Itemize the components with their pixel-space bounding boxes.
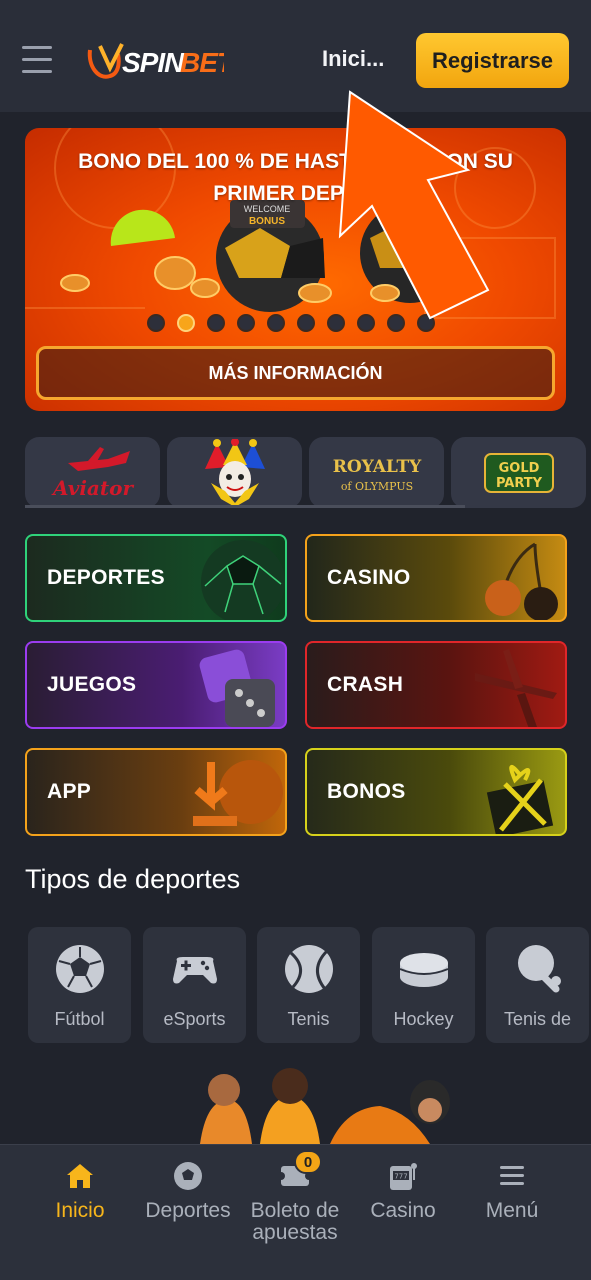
carousel-dot[interactable] xyxy=(267,314,285,332)
home-icon xyxy=(67,1164,93,1188)
soccer-ball-icon xyxy=(174,1162,202,1190)
category-deportes[interactable]: DEPORTES xyxy=(25,534,287,622)
category-app[interactable]: APP xyxy=(25,748,287,836)
sport-label: Fútbol xyxy=(54,1009,105,1029)
nav-label: Deportes xyxy=(145,1199,231,1222)
nav-inicio-link[interactable]: Inici... xyxy=(322,46,384,72)
carousel-dots xyxy=(147,314,435,332)
sport-label: Hockey xyxy=(393,1009,454,1029)
sport-card-tenis[interactable]: Tenis xyxy=(257,927,360,1043)
aviator-logo: Aviator xyxy=(51,446,134,500)
nav-label: Casino xyxy=(370,1199,436,1222)
sport-card-tenis-de-mesa[interactable]: Tenis de xyxy=(486,927,589,1043)
category-label: DEPORTES xyxy=(47,566,165,589)
nav-label: Boleto de apuestas xyxy=(250,1199,340,1244)
games-scrollbar[interactable] xyxy=(25,505,465,508)
game-card-joker[interactable] xyxy=(167,437,302,508)
svg-text:ROYALTY: ROYALTY xyxy=(332,457,421,477)
category-bonos[interactable]: BONOS xyxy=(305,748,567,836)
carousel-dot-active[interactable] xyxy=(177,314,195,332)
game-card-gold-party[interactable]: GOLD PARTY xyxy=(451,437,586,508)
carousel-dot[interactable] xyxy=(327,314,345,332)
soccer-ball-icon xyxy=(201,540,285,620)
hockey-puck-icon xyxy=(399,953,448,987)
sport-card-futbol[interactable]: Fútbol xyxy=(28,927,131,1043)
hamburger-menu-icon[interactable] xyxy=(22,46,52,74)
page: SPIN BET Inici... Registrarse WELCOME BO… xyxy=(0,0,591,1280)
category-label: JUEGOS xyxy=(47,673,137,696)
more-info-button[interactable]: MÁS INFORMACIÓN xyxy=(36,346,555,400)
gamepad-icon xyxy=(172,957,217,984)
svg-text:SPIN: SPIN xyxy=(122,47,185,78)
sports-section-title: Tipos de deportes xyxy=(25,864,241,894)
svg-text:BONUS: BONUS xyxy=(249,216,285,227)
svg-text:of OLYMPUS: of OLYMPUS xyxy=(340,480,412,493)
gold-party-logo: GOLD PARTY xyxy=(483,452,554,493)
category-label: CRASH xyxy=(327,673,404,696)
game-card-aviator[interactable]: Aviator xyxy=(25,437,160,508)
category-label: CASINO xyxy=(327,566,411,589)
sport-card-esports[interactable]: eSports xyxy=(143,927,246,1043)
promo-banner[interactable]: WELCOME BONUS BONO DEL 100 % DE HASTA ..… xyxy=(25,128,566,411)
game-card-royalty-olympus[interactable]: ROYALTY of OLYMPUS xyxy=(309,437,444,508)
sport-label: Tenis de xyxy=(503,1009,572,1029)
svg-text:GOLD: GOLD xyxy=(498,461,539,476)
spinbet-logo[interactable]: SPIN BET xyxy=(84,36,224,88)
nav-menu[interactable]: Menú xyxy=(470,1145,554,1222)
nav-label: Menú xyxy=(485,1199,539,1222)
download-icon xyxy=(193,760,283,826)
carousel-dot[interactable] xyxy=(297,314,315,332)
banner-title: BONO DEL 100 % DE HASTA ... OR CON SU PR… xyxy=(78,150,513,205)
menu-icon xyxy=(500,1166,524,1185)
header: SPIN BET Inici... Registrarse xyxy=(0,0,591,112)
carousel-dot[interactable] xyxy=(357,314,375,332)
carousel-dot[interactable] xyxy=(387,314,405,332)
carousel-dot[interactable] xyxy=(237,314,255,332)
category-label: APP xyxy=(47,780,92,803)
sport-label: Tenis xyxy=(287,1009,330,1029)
register-button[interactable]: Registrarse xyxy=(416,33,569,88)
athletes-promo-image xyxy=(200,1068,450,1144)
dice-icon xyxy=(199,649,275,727)
category-casino[interactable]: CASINO xyxy=(305,534,567,622)
svg-text:BET: BET xyxy=(180,47,224,78)
svg-text:PARTY: PARTY xyxy=(495,476,542,491)
category-label: BONOS xyxy=(327,780,406,803)
nav-casino[interactable]: 777 Casino xyxy=(360,1145,446,1222)
cherries-icon xyxy=(485,542,558,620)
bet-count-badge: 0 xyxy=(294,1150,322,1174)
carousel-dot[interactable] xyxy=(417,314,435,332)
gift-icon xyxy=(486,765,554,834)
slot-machine-icon: 777 xyxy=(390,1163,417,1190)
category-juegos[interactable]: JUEGOS xyxy=(25,641,287,729)
ping-pong-icon xyxy=(517,945,561,993)
tennis-ball-icon xyxy=(284,945,333,993)
airplane-icon xyxy=(475,649,557,727)
category-crash[interactable]: CRASH xyxy=(305,641,567,729)
soccer-ball-icon xyxy=(55,945,104,993)
sport-card-hockey[interactable]: Hockey xyxy=(372,927,475,1043)
nav-label: Inicio xyxy=(55,1199,105,1222)
royalty-olympus-logo: ROYALTY of OLYMPUS xyxy=(332,457,421,493)
nav-inicio[interactable]: Inicio xyxy=(42,1145,118,1222)
game-label-aviator: Aviator xyxy=(51,476,134,500)
joker-icon xyxy=(204,438,265,507)
carousel-dot[interactable] xyxy=(147,314,165,332)
svg-text:777: 777 xyxy=(394,1173,407,1181)
nav-deportes[interactable]: Deportes xyxy=(138,1145,238,1222)
carousel-dot[interactable] xyxy=(207,314,225,332)
sport-label: eSports xyxy=(163,1009,226,1029)
